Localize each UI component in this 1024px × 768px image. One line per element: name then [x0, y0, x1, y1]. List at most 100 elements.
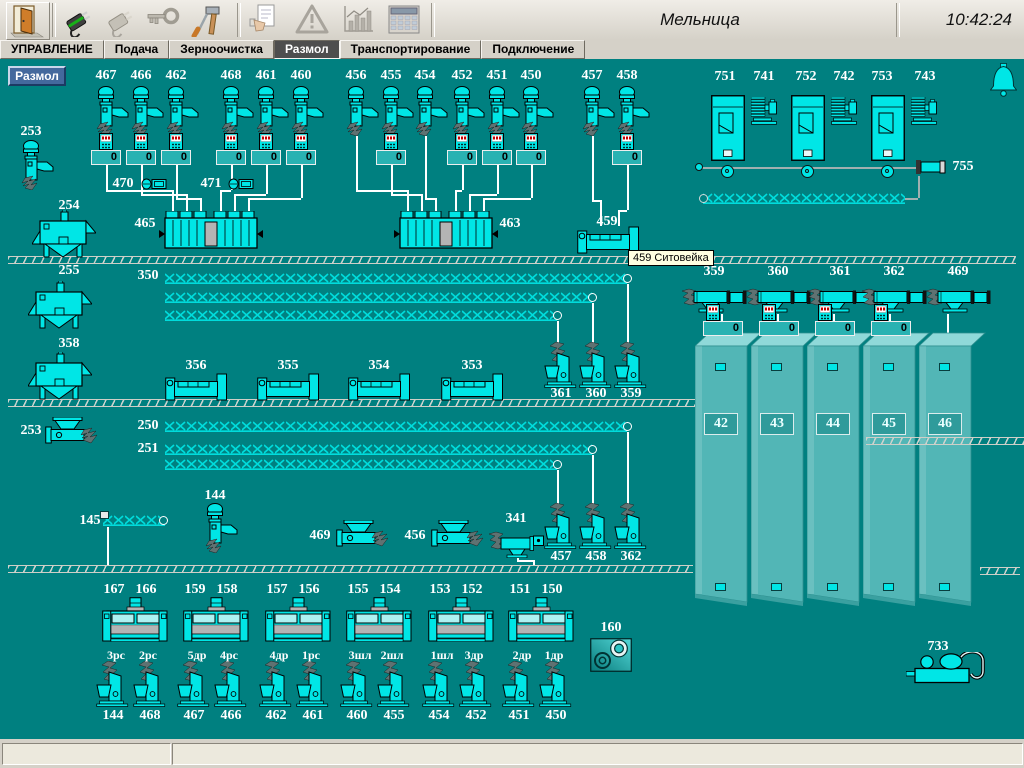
cabinet-751[interactable] — [711, 95, 745, 161]
feeder-360[interactable] — [745, 288, 811, 316]
screw-conveyor[interactable] — [165, 309, 557, 322]
output-elevator[interactable] — [340, 661, 374, 707]
blower-742[interactable] — [831, 97, 857, 125]
elevator-361[interactable] — [544, 342, 578, 388]
alarm-bell-icon[interactable] — [990, 63, 1017, 97]
tab-podkluchenie[interactable]: Подключение — [481, 40, 585, 59]
machine-468[interactable] — [220, 86, 254, 136]
panel-button[interactable] — [383, 2, 425, 38]
elevator-360[interactable] — [579, 342, 613, 388]
output-elevator[interactable] — [259, 661, 293, 707]
equipment-label: 461 — [256, 69, 277, 83]
sifter-356[interactable] — [165, 373, 227, 401]
machine-451[interactable] — [486, 86, 520, 136]
mill-463[interactable] — [394, 211, 498, 253]
output-elevator[interactable] — [539, 661, 573, 707]
roller-mill-unit[interactable] — [183, 597, 249, 649]
roller-mill-unit[interactable] — [102, 597, 168, 649]
tab-transportirovanie[interactable]: Транспортирование — [340, 40, 482, 59]
tab-zernoochistka[interactable]: Зерноочистка — [169, 40, 274, 59]
elevator-362[interactable] — [614, 503, 648, 549]
bin-46[interactable] — [919, 332, 989, 606]
device-341[interactable] — [488, 530, 546, 558]
equipment-label: 144 — [205, 489, 226, 503]
feeder-253[interactable] — [45, 417, 99, 447]
service-button[interactable] — [187, 2, 229, 38]
elevator-359[interactable] — [614, 342, 648, 388]
tab-podacha[interactable]: Подача — [104, 40, 169, 59]
blower-741[interactable] — [751, 97, 777, 125]
output-elevator[interactable] — [459, 661, 493, 707]
machine-466[interactable] — [130, 86, 164, 136]
machine-458[interactable] — [616, 86, 650, 136]
output-elevator[interactable] — [133, 661, 167, 707]
pipe-line — [618, 210, 620, 226]
feeder-456[interactable] — [431, 520, 485, 550]
machine-144[interactable] — [204, 503, 238, 553]
exit-button[interactable] — [6, 2, 50, 40]
machine-450[interactable] — [520, 86, 554, 136]
machine-462[interactable] — [165, 86, 199, 136]
report-button[interactable] — [245, 2, 287, 38]
toolbar-separator — [431, 3, 435, 37]
machine-452[interactable] — [451, 86, 485, 136]
screw-conveyor[interactable] — [165, 443, 592, 456]
screw-conveyor[interactable] — [165, 291, 592, 304]
device-755[interactable] — [916, 159, 946, 175]
machine-457[interactable] — [581, 86, 615, 136]
roller-mill-unit[interactable] — [428, 597, 494, 649]
connect-button[interactable] — [58, 2, 100, 38]
machine-461[interactable] — [255, 86, 289, 136]
elevator-457[interactable] — [544, 503, 578, 549]
equipment-label: 455 — [384, 709, 405, 723]
sifter-355[interactable] — [257, 373, 319, 401]
bin-number[interactable]: 46 — [928, 413, 962, 435]
cabinet-753[interactable] — [871, 95, 905, 161]
output-elevator[interactable] — [296, 661, 330, 707]
machine-467[interactable] — [95, 86, 129, 136]
output-elevator[interactable] — [177, 661, 211, 707]
blower-743[interactable] — [911, 97, 937, 125]
sifter-353[interactable] — [441, 373, 503, 401]
roller-mill-unit[interactable] — [265, 597, 331, 649]
output-elevator[interactable] — [214, 661, 248, 707]
feeder-471[interactable] — [228, 176, 254, 192]
roller-mill-unit[interactable] — [346, 597, 412, 649]
output-elevator[interactable] — [422, 661, 456, 707]
screw-conveyor[interactable] — [703, 192, 905, 205]
feeder-470[interactable] — [141, 176, 167, 192]
key-button[interactable] — [143, 2, 185, 38]
screw-conveyor[interactable] — [103, 514, 165, 527]
output-elevator[interactable] — [502, 661, 536, 707]
hopper-254[interactable] — [32, 210, 96, 258]
bin-number[interactable]: 44 — [816, 413, 850, 435]
roller-mill-unit[interactable] — [508, 597, 574, 649]
output-elevator[interactable] — [96, 661, 130, 707]
hopper-255[interactable] — [28, 281, 92, 329]
output-elevator[interactable] — [377, 661, 411, 707]
tab-razmol[interactable]: Размол — [274, 40, 340, 59]
machine-454[interactable] — [414, 86, 448, 136]
machine-456[interactable] — [345, 86, 379, 136]
sifter-354[interactable] — [348, 373, 410, 401]
mill-465[interactable] — [159, 211, 263, 253]
screw-conveyor[interactable] — [165, 272, 627, 285]
hopper-358[interactable] — [28, 352, 92, 400]
bin-number[interactable]: 42 — [704, 413, 738, 435]
screw-conveyor[interactable] — [165, 458, 557, 471]
elevator-458[interactable] — [579, 503, 613, 549]
counter-display: 0 — [251, 150, 281, 165]
bin-number[interactable]: 45 — [872, 413, 906, 435]
pump-160[interactable] — [590, 638, 632, 672]
tab-upravlenie[interactable]: УПРАВЛЕНИЕ — [0, 40, 104, 59]
bin-number[interactable]: 43 — [760, 413, 794, 435]
feeder-469[interactable] — [925, 288, 991, 316]
compressor-733[interactable] — [906, 652, 990, 686]
feeder-469[interactable] — [336, 520, 390, 550]
feeder-362[interactable] — [861, 288, 927, 316]
cabinet-752[interactable] — [791, 95, 825, 161]
machine-253[interactable] — [20, 140, 54, 190]
machine-460[interactable] — [290, 86, 324, 136]
machine-455[interactable] — [380, 86, 414, 136]
screw-conveyor[interactable] — [165, 420, 627, 433]
